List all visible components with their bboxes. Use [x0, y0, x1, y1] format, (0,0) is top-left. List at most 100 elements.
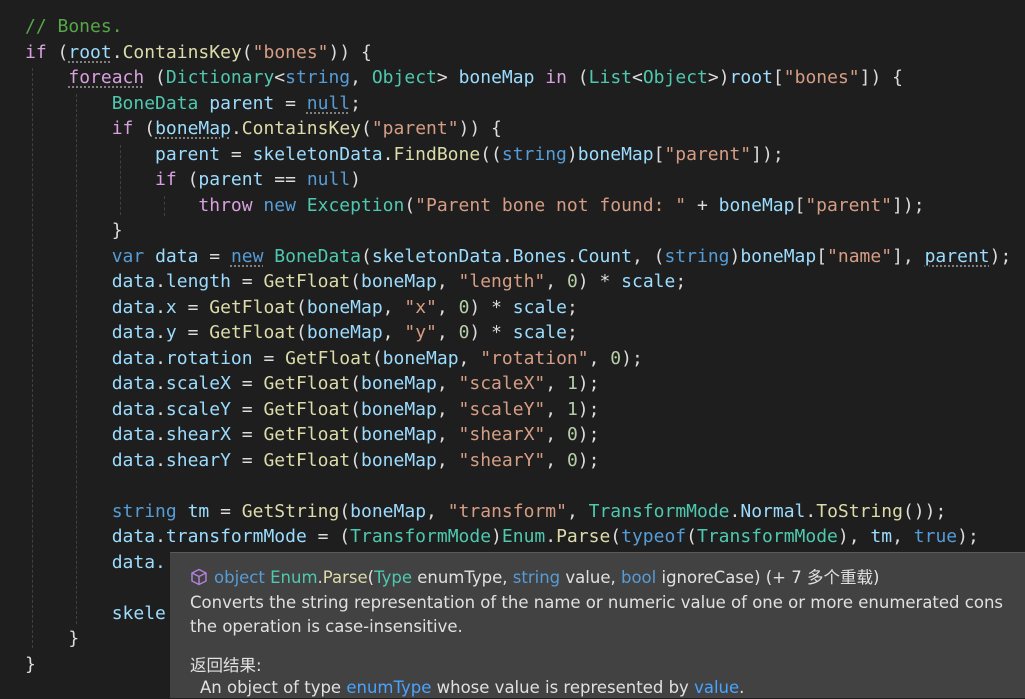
keyword: foreach [68, 67, 145, 88]
method-name: GetFloat [209, 297, 296, 318]
code-line[interactable]: BoneData parent = null; [25, 91, 361, 117]
method-name: GetFloat [263, 450, 351, 471]
property: shearX [165, 424, 231, 445]
string-literal: "scaleX" [458, 373, 546, 394]
code-line[interactable]: foreach (Dictionary<string, Object> bone… [25, 65, 903, 91]
returns-text: An object of type [200, 678, 347, 697]
string-literal: "x" [404, 297, 437, 318]
variable: root [729, 67, 773, 88]
keyword: true [913, 526, 958, 547]
code-line[interactable]: throw new Exception("Parent bone not fou… [25, 193, 924, 219]
string-literal: "parent" [371, 118, 459, 139]
string-literal: "y" [404, 322, 437, 343]
code-line[interactable]: data. [25, 550, 166, 576]
code-line[interactable]: data.transformMode = (TransformMode)Enum… [25, 524, 979, 550]
return-type: object [214, 568, 265, 587]
code-line[interactable]: var data = new BoneData(skeletonData.Bon… [25, 244, 1012, 270]
variable: data [111, 348, 156, 369]
keyword: new [263, 195, 296, 216]
variable: boneMap [361, 424, 437, 445]
property: length [165, 271, 231, 292]
type-name: Dictionary [165, 67, 275, 88]
value-link[interactable]: value [694, 678, 739, 697]
variable: parent [198, 169, 264, 190]
variable: scale [621, 271, 676, 292]
method-name: ContainsKey [122, 42, 242, 63]
code-line[interactable]: data.length = GetFloat(boneMap, "length"… [25, 269, 686, 295]
cube-icon [191, 568, 207, 586]
code-line[interactable]: data.rotation = GetFloat(boneMap, "rotat… [25, 346, 643, 372]
number-literal: 0 [610, 348, 622, 369]
method-description: Converts the string representation of th… [190, 593, 1003, 612]
type-name: List [588, 67, 632, 88]
code-line[interactable]: data.shearY = GetFloat(boneMap, "shearY"… [25, 448, 600, 474]
keyword: null [306, 169, 351, 190]
code-line[interactable]: parent = skeletonData.FindBone((string)b… [25, 142, 784, 168]
type-name: Enum [501, 526, 546, 547]
keyword: typeof [621, 526, 687, 547]
variable: boneMap [155, 118, 231, 139]
variable: parent [924, 246, 990, 267]
quickinfo-tooltip: object Enum.Parse(Type enumType, string … [170, 552, 1025, 698]
param-type: Type [374, 568, 412, 587]
code-line[interactable]: if (boneMap.ContainsKey("parent")) { [25, 116, 502, 142]
number-literal: 1 [566, 399, 578, 420]
property: Count [577, 246, 632, 267]
code-line[interactable]: if (root.ContainsKey("bones")) { [25, 40, 372, 66]
code-line[interactable]: if (parent == null) [25, 167, 361, 193]
variable: data [111, 526, 156, 547]
variable: root [68, 42, 112, 63]
variable: data [111, 271, 156, 292]
string-literal: "length" [458, 271, 546, 292]
code-line[interactable]: } [25, 626, 79, 652]
class-name: Enum [270, 568, 318, 587]
number-literal: 0 [566, 271, 578, 292]
keyword: if [111, 118, 134, 139]
code-line[interactable]: data.shearX = GetFloat(boneMap, "shearX"… [25, 422, 600, 448]
property: scaleX [165, 373, 231, 394]
code-line[interactable]: data.scaleY = GetFloat(boneMap, "scaleY"… [25, 397, 600, 423]
code-line[interactable]: } [25, 652, 36, 678]
method-description: the operation is case-insensitive. [190, 617, 463, 636]
variable: data [111, 373, 156, 394]
number-literal: 0 [458, 322, 470, 343]
variable: data [111, 424, 156, 445]
variable: tm [187, 501, 210, 522]
variable: boneMap [361, 450, 437, 471]
variable: boneMap [306, 297, 383, 318]
returns-description: An object of type enumType whose value i… [200, 677, 744, 699]
type-name: Object [371, 67, 437, 88]
property: rotation [165, 348, 253, 369]
variable: skeletonData [371, 246, 502, 267]
code-line[interactable]: data.scaleX = GetFloat(boneMap, "scaleX"… [25, 371, 600, 397]
method-name: Parse [556, 526, 611, 547]
enumtype-link[interactable]: enumType [346, 678, 431, 697]
keyword: if [155, 169, 177, 190]
string-literal: "shearY" [458, 450, 546, 471]
variable: boneMap [577, 144, 654, 165]
string-literal: "shearX" [458, 424, 546, 445]
returns-text: . [739, 678, 745, 697]
number-literal: 0 [566, 450, 578, 471]
method-name: FindBone [393, 144, 481, 165]
variable: parent [209, 93, 275, 114]
property: x [165, 297, 177, 318]
method-name: GetFloat [263, 271, 351, 292]
code-line[interactable]: data.x = GetFloat(boneMap, "x", 0) * sca… [25, 295, 578, 321]
method-name: GetFloat [263, 399, 351, 420]
returns-label: 返回结果: [190, 656, 262, 675]
keyword: string [111, 501, 177, 522]
keyword: string [285, 67, 351, 88]
number-literal: 0 [458, 297, 470, 318]
code-line[interactable]: // Bones. [25, 14, 123, 40]
code-line[interactable]: skele [25, 601, 166, 627]
code-line[interactable]: } [25, 218, 123, 244]
code-line[interactable]: string tm = GetString(boneMap, "transfor… [25, 499, 947, 525]
string-literal: "bones" [252, 42, 329, 63]
number-literal: 1 [566, 373, 578, 394]
string-literal: "Parent bone not found: " [415, 195, 687, 216]
variable: data [155, 246, 199, 267]
method-name: GetFloat [263, 424, 351, 445]
type-name: TransformMode [588, 501, 730, 522]
code-line[interactable]: data.y = GetFloat(boneMap, "y", 0) * sca… [25, 320, 578, 346]
